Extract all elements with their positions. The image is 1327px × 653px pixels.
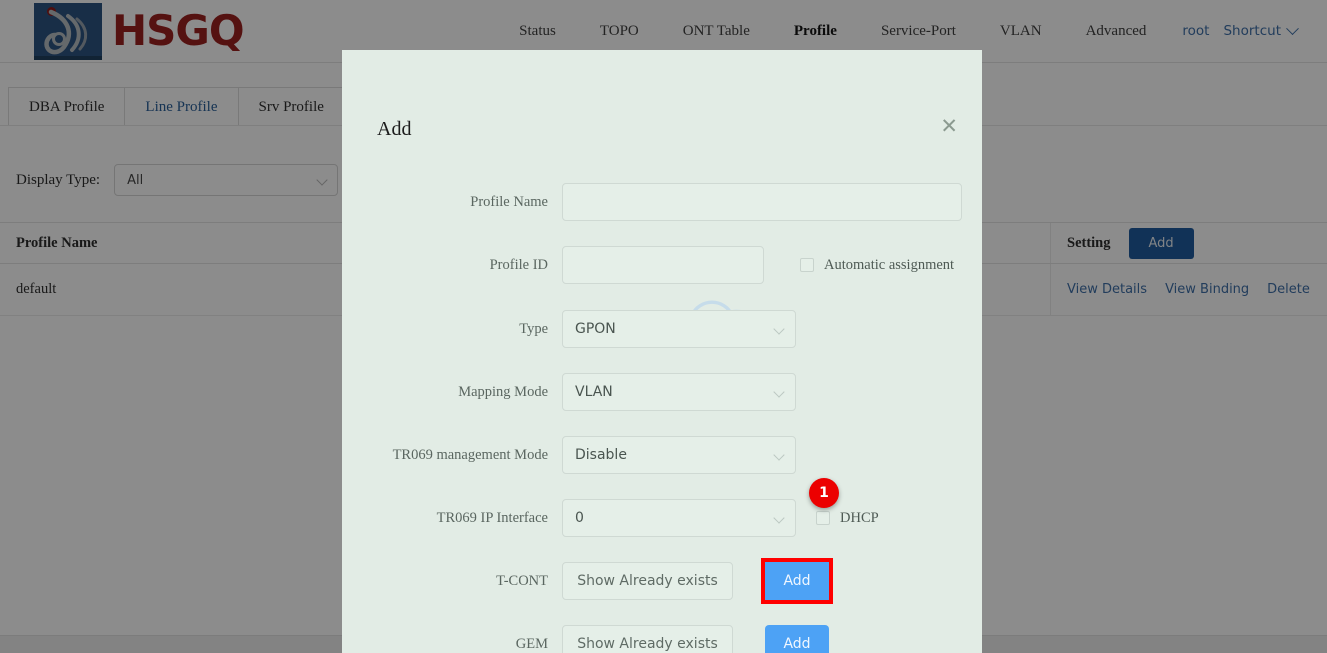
tr069-ip-interface-value: 0 (575, 510, 584, 526)
dhcp-checkbox[interactable]: DHCP (816, 510, 879, 527)
label-mapping-mode: Mapping Mode (458, 383, 548, 400)
gem-add-button[interactable]: Add (765, 625, 829, 653)
tr069-management-mode-select[interactable]: Disable (562, 436, 796, 474)
field-row-tr069-management-mode: TR069 management Mode Disable (342, 436, 982, 474)
type-value: GPON (575, 321, 616, 337)
chevron-down-icon (773, 386, 785, 398)
tcont-add-button[interactable]: Add (761, 558, 833, 604)
mapping-mode-value: VLAN (575, 384, 613, 400)
field-row-profile-id: Profile ID Automatic assignment (342, 246, 982, 284)
checkbox-icon[interactable] (800, 258, 814, 272)
label-tr069-ip-interface: TR069 IP Interface (436, 509, 548, 526)
field-row-tcont: T-CONT Show Already exists Add (342, 558, 982, 604)
field-row-mapping-mode: Mapping Mode VLAN (342, 373, 982, 411)
tr069-ip-interface-select[interactable]: 0 (562, 499, 796, 537)
profile-id-input[interactable] (562, 246, 764, 284)
dialog-title: Add (377, 118, 412, 140)
add-line-profile-dialog: ForoISP Add ✕ Profile Name Profile ID (342, 50, 982, 653)
checkbox-icon[interactable] (816, 511, 830, 525)
label-tcont: T-CONT (496, 572, 548, 589)
label-profile-id: Profile ID (489, 256, 548, 273)
gem-show-existing-button[interactable]: Show Already exists (562, 625, 733, 653)
automatic-assignment-label: Automatic assignment (824, 256, 955, 273)
close-icon[interactable]: ✕ (940, 116, 958, 137)
annotation-badge-1: 1 (809, 478, 839, 508)
profile-name-input[interactable] (562, 183, 962, 221)
label-type: Type (519, 320, 548, 337)
tcont-show-existing-button[interactable]: Show Already exists (562, 562, 733, 600)
tr069-management-mode-value: Disable (575, 447, 627, 463)
chevron-down-icon (773, 323, 785, 335)
type-select[interactable]: GPON (562, 310, 796, 348)
label-tr069-management-mode: TR069 management Mode (392, 446, 548, 463)
field-row-tr069-ip-interface: TR069 IP Interface 0 DHCP (342, 499, 982, 537)
label-gem: GEM (515, 635, 548, 652)
field-row-type: Type GPON (342, 310, 982, 348)
label-profile-name: Profile Name (470, 193, 548, 210)
chevron-down-icon (773, 449, 785, 461)
chevron-down-icon (773, 512, 785, 524)
screen: HSGQ Status TOPO ONT Table Profile Servi… (0, 0, 1327, 653)
automatic-assignment-checkbox[interactable]: Automatic assignment (800, 257, 954, 274)
field-row-profile-name: Profile Name (342, 183, 982, 221)
mapping-mode-select[interactable]: VLAN (562, 373, 796, 411)
field-row-gem: GEM Show Already exists Add (342, 625, 982, 653)
dhcp-label: DHCP (840, 509, 879, 526)
